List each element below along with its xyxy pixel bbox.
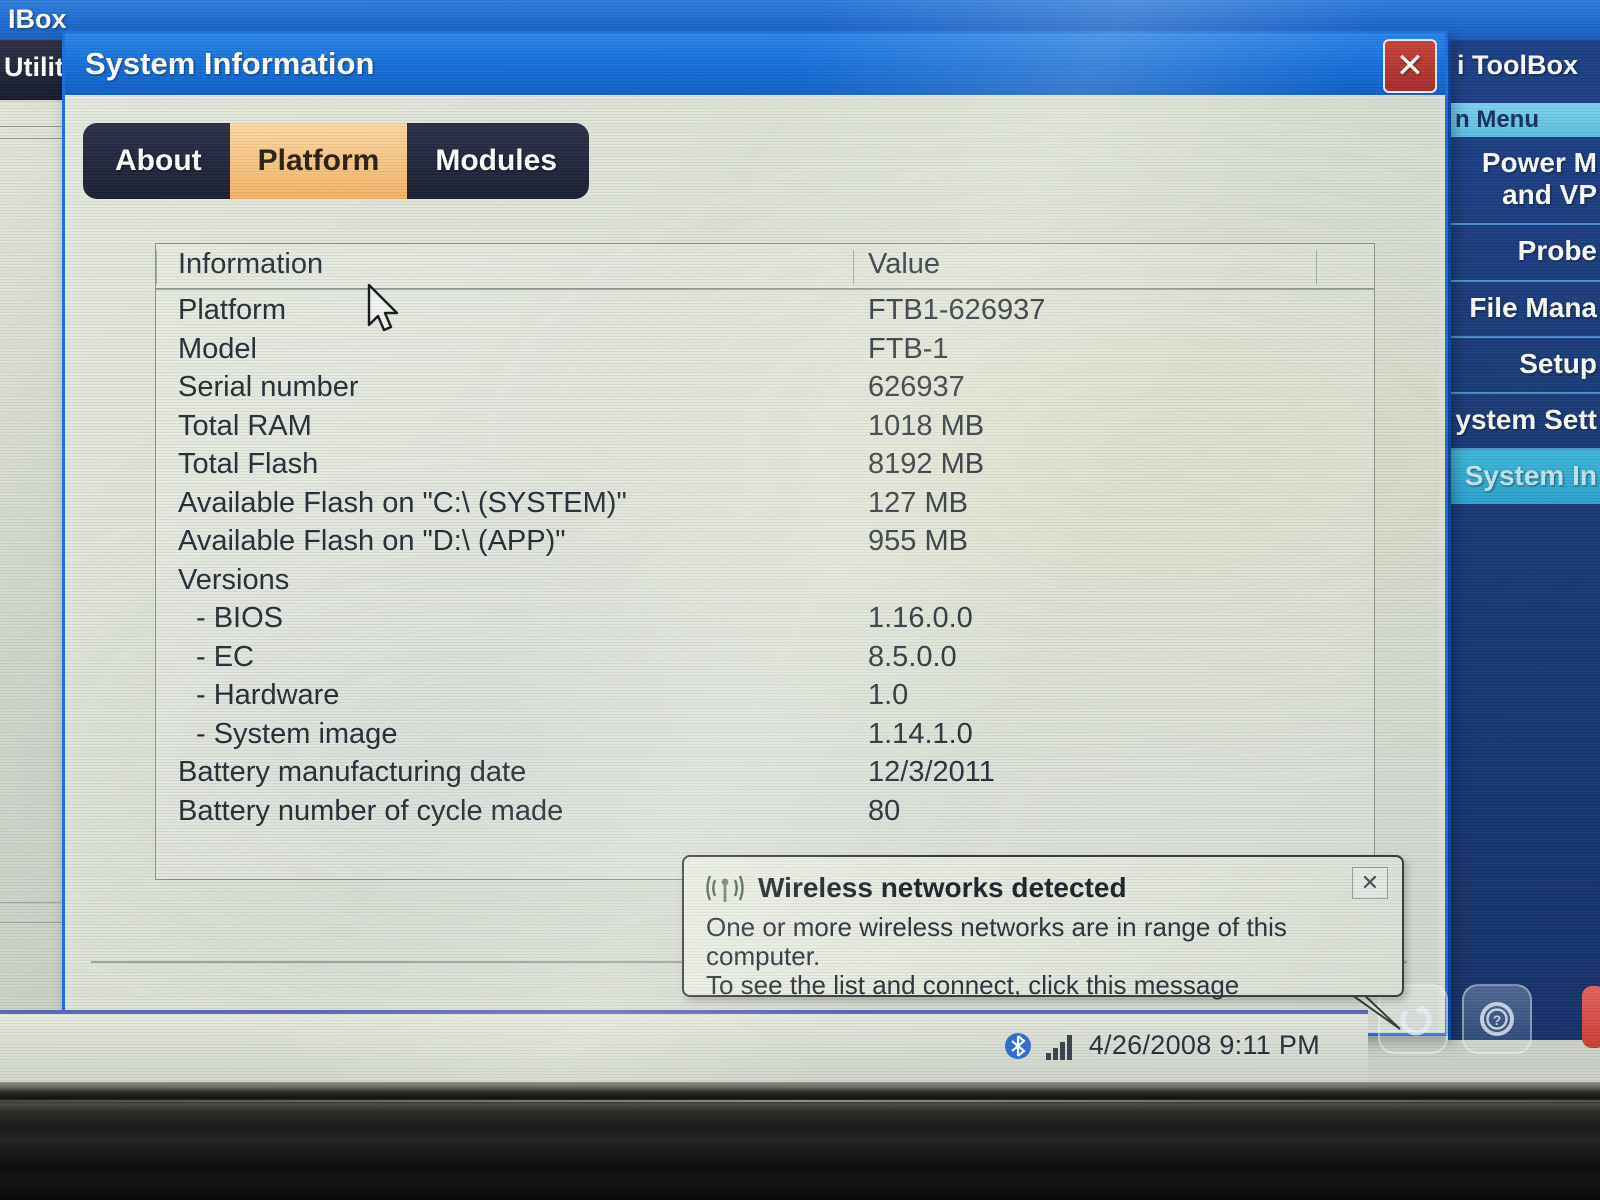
wireless-notification-balloon[interactable]: Wireless networks detected One or more w… bbox=[682, 855, 1404, 1000]
lcd-screen: IBox Utilit i ToolBox n Menu Power M and… bbox=[0, 0, 1600, 1082]
row-key: Total RAM bbox=[178, 409, 312, 442]
close-icon: ✕ bbox=[1360, 870, 1380, 895]
taskbar: 4/26/2008 9:11 PM bbox=[0, 1010, 1368, 1082]
row-key: Battery manufacturing date bbox=[178, 756, 527, 788]
row-key: Model bbox=[178, 332, 257, 365]
wireless-signal-icon bbox=[706, 875, 744, 902]
sidebar-item-label: Setup bbox=[1519, 347, 1597, 379]
sidebar-item-label: File Mana bbox=[1469, 291, 1597, 323]
column-header-information[interactable]: Information bbox=[178, 248, 323, 281]
table-row[interactable]: - System image 1.14.1.0 bbox=[156, 718, 1374, 757]
balloon-message: One or more wireless networks are in ran… bbox=[684, 905, 1402, 1000]
row-key: - Hardware bbox=[196, 679, 340, 711]
photographed-screen: IBox Utilit i ToolBox n Menu Power M and… bbox=[0, 0, 1600, 1200]
dialog-close-button[interactable]: ✕ bbox=[1383, 39, 1437, 93]
row-key: Total Flash bbox=[178, 448, 319, 480]
table-row[interactable]: Available Flash on "C:\ (SYSTEM)" 127 MB bbox=[156, 487, 1374, 526]
row-key: - EC bbox=[196, 640, 254, 673]
row-value: 127 MB bbox=[868, 486, 968, 519]
table-header-row: Information Value bbox=[156, 244, 1374, 290]
tab-label: Modules bbox=[435, 144, 557, 177]
bluetooth-icon[interactable] bbox=[1003, 1031, 1033, 1061]
row-value: 626937 bbox=[868, 371, 965, 403]
system-tray: 4/26/2008 9:11 PM bbox=[1003, 1030, 1320, 1061]
table-row[interactable]: Battery manufacturing date 12/3/2011 bbox=[156, 756, 1374, 795]
sidebar-item-label: ystem Sett bbox=[1455, 403, 1597, 435]
balloon-header: Wireless networks detected bbox=[684, 857, 1402, 905]
sidebar-item-system-information[interactable]: System In bbox=[1451, 450, 1600, 505]
row-value: 1.0 bbox=[868, 679, 909, 711]
row-key: Available Flash on "C:\ (SYSTEM)" bbox=[178, 486, 627, 519]
mouse-cursor-icon bbox=[367, 283, 399, 332]
sidebar-item-label: System In bbox=[1464, 460, 1597, 492]
table-row[interactable]: Available Flash on "D:\ (APP)" 955 MB bbox=[156, 525, 1374, 564]
row-key: Available Flash on "D:\ (APP)" bbox=[178, 525, 566, 557]
tab-label: About bbox=[115, 144, 202, 177]
column-header-value[interactable]: Value bbox=[868, 248, 940, 281]
row-value: 80 bbox=[868, 794, 901, 827]
table-row[interactable]: Platform FTB1-626937 bbox=[156, 294, 1374, 333]
balloon-title: Wireless networks detected bbox=[758, 872, 1127, 903]
toolbox-sidebar: i ToolBox n Menu Power M and VP Probe Fi… bbox=[1448, 40, 1600, 1040]
help-button[interactable]: ? bbox=[1462, 984, 1532, 1054]
sidebar-item-probe[interactable]: Probe bbox=[1451, 225, 1600, 282]
row-value: 955 MB bbox=[868, 525, 968, 557]
tab-platform[interactable]: Platform bbox=[229, 123, 408, 199]
laptop-bottom-bezel bbox=[0, 1082, 1600, 1200]
sidebar-item-power-meter[interactable]: Power M and VP bbox=[1451, 137, 1600, 226]
row-value: 1.16.0.0 bbox=[868, 602, 973, 634]
close-icon: ✕ bbox=[1395, 47, 1425, 85]
row-value: 8.5.0.0 bbox=[868, 640, 957, 673]
row-key: Battery number of cycle made bbox=[178, 794, 564, 827]
table-row[interactable]: Battery number of cycle made 80 bbox=[156, 795, 1374, 834]
tab-label: Platform bbox=[257, 144, 380, 177]
row-key: Platform bbox=[178, 294, 286, 326]
sidebar-item-label: Probe bbox=[1517, 235, 1597, 267]
table-row[interactable]: Serial number 626937 bbox=[156, 371, 1374, 410]
table-row[interactable]: - EC 8.5.0.0 bbox=[156, 641, 1374, 680]
toolbox-brand-label: i ToolBox bbox=[1457, 50, 1578, 80]
table-row[interactable]: Model FTB-1 bbox=[156, 333, 1374, 372]
information-table: Information Value Platform FTB1-626937 M… bbox=[155, 243, 1375, 880]
row-key: - BIOS bbox=[196, 602, 284, 634]
row-key: Serial number bbox=[178, 371, 359, 403]
row-key: - System image bbox=[196, 717, 398, 750]
balloon-message-line1: One or more wireless networks are in ran… bbox=[706, 912, 1287, 972]
table-row[interactable]: - BIOS 1.16.0.0 bbox=[156, 602, 1374, 641]
balloon-close-button[interactable]: ✕ bbox=[1352, 867, 1388, 899]
sidebar-item-label-line2: and VP bbox=[1502, 179, 1597, 211]
table-row[interactable]: Total RAM 1018 MB bbox=[156, 410, 1374, 449]
table-body: Platform FTB1-626937 Model FTB-1 Serial … bbox=[156, 290, 1374, 833]
row-value: 8192 MB bbox=[868, 448, 985, 480]
row-value: 1018 MB bbox=[868, 409, 985, 442]
table-row[interactable]: Versions bbox=[156, 564, 1374, 603]
sidebar-current-menu-label: n Menu bbox=[1451, 103, 1600, 137]
sidebar-item-label-line1: Power M bbox=[1481, 147, 1597, 178]
balloon-message-line2: To see the list and connect, click this … bbox=[706, 970, 1240, 1001]
tab-bar: About Platform Modules bbox=[83, 123, 589, 199]
red-edge-tab[interactable] bbox=[1582, 986, 1600, 1048]
table-row[interactable]: Total Flash 8192 MB bbox=[156, 448, 1374, 487]
row-value: FTB-1 bbox=[868, 332, 949, 365]
table-row[interactable]: - Hardware 1.0 bbox=[156, 679, 1374, 718]
tab-modules[interactable]: Modules bbox=[407, 123, 585, 199]
row-value: FTB1-626937 bbox=[868, 294, 1046, 326]
sidebar-item-setup[interactable]: Setup bbox=[1451, 338, 1600, 394]
dialog-title: System Information bbox=[85, 46, 375, 81]
signal-bars-icon[interactable] bbox=[1044, 1031, 1078, 1061]
row-value: 1.14.1.0 bbox=[868, 717, 973, 750]
question-mark-icon: ? bbox=[1480, 1002, 1514, 1036]
tab-about[interactable]: About bbox=[87, 123, 230, 199]
dialog-title-bar: System Information ✕ bbox=[65, 33, 1445, 95]
sidebar-item-system-settings[interactable]: ystem Sett bbox=[1451, 394, 1600, 451]
row-value: 12/3/2011 bbox=[868, 756, 995, 788]
svg-text:?: ? bbox=[1493, 1012, 1502, 1028]
clock-datetime[interactable]: 4/26/2008 9:11 PM bbox=[1089, 1030, 1320, 1061]
row-key: Versions bbox=[178, 563, 290, 596]
sidebar-item-file-manager[interactable]: File Mana bbox=[1451, 282, 1600, 338]
